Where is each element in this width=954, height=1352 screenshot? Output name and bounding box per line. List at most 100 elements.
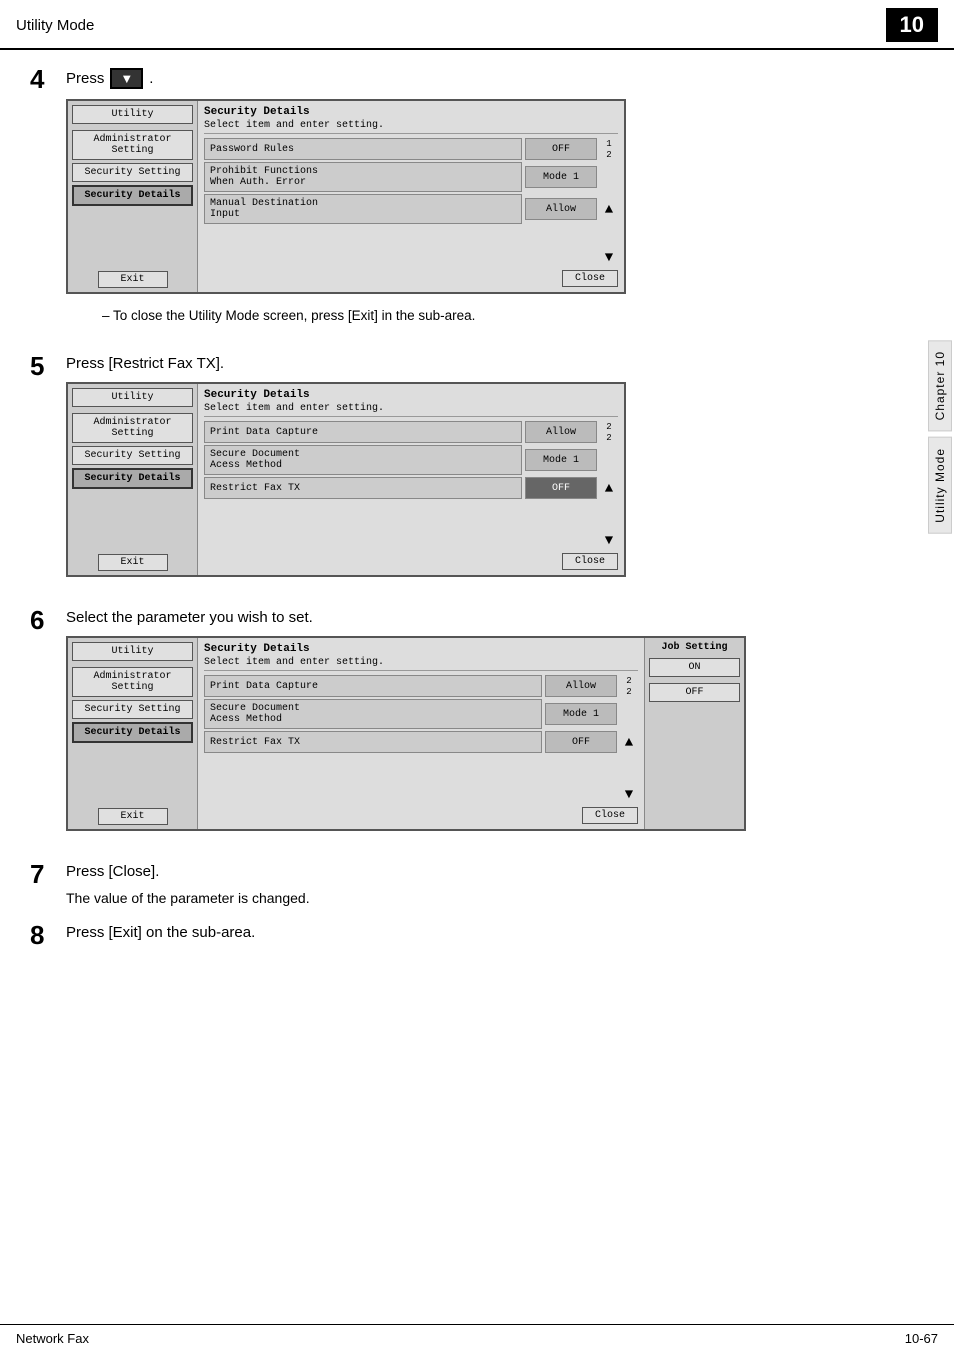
close-btn-3[interactable]: Close — [582, 807, 638, 824]
row-label-3-2: Secure DocumentAcess Method — [204, 699, 542, 729]
screen-row-1-2: Prohibit FunctionsWhen Auth. Error Mode … — [204, 162, 618, 192]
screen-row-1-3: Manual DestinationInput Allow ▲ — [204, 194, 618, 224]
step-4-content: Press ▼ . Utility AdministratorSetting S… — [66, 68, 924, 337]
row-label-2-3: Restrict Fax TX — [204, 477, 522, 499]
row-value-1-1: OFF — [525, 138, 597, 160]
row-value-1-2: Mode 1 — [525, 166, 597, 188]
step-6-instruction: Select the parameter you wish to set. — [66, 609, 924, 626]
step-4-block: 4 Press ▼ . Utility AdministratorSetting… — [30, 68, 924, 337]
step-5-number: 5 — [30, 351, 66, 382]
row-value-3-3: OFF — [545, 731, 617, 753]
step-8-number: 8 — [30, 920, 66, 951]
step-7-note: The value of the parameter is changed. — [66, 890, 924, 906]
page-header: Utility Mode 10 — [0, 0, 954, 50]
job-setting-panel: Job Setting ON OFF — [644, 638, 744, 829]
sidebar-exit-1[interactable]: Exit — [98, 271, 168, 288]
sidebar-admin-3: AdministratorSetting — [72, 667, 193, 697]
screen-title-2: Security Details — [204, 389, 618, 401]
screen-sidebar-1: Utility AdministratorSetting Security Se… — [68, 101, 198, 292]
screen-content-2: Print Data Capture Allow 2 2 Secure Docu… — [204, 421, 618, 551]
page-footer: Network Fax 10-67 — [0, 1324, 954, 1352]
sidebar-security-setting-3: Security Setting — [72, 700, 193, 719]
screen-row-3-3: Restrict Fax TX OFF ▲ — [204, 731, 638, 753]
screen-row-2-3: Restrict Fax TX OFF ▲ — [204, 477, 618, 499]
step-6-number: 6 — [30, 605, 66, 636]
step-8-instruction: Press [Exit] on the sub-area. — [66, 924, 924, 941]
row-label-1-1: Password Rules — [204, 138, 522, 160]
screen-row-3-1: Print Data Capture Allow 2 2 — [204, 675, 638, 697]
chapter-sidebar: Chapter 10 Utility Mode — [926, 340, 954, 534]
close-btn-2[interactable]: Close — [562, 553, 618, 570]
sidebar-exit-3[interactable]: Exit — [98, 808, 168, 825]
sidebar-security-setting-2: Security Setting — [72, 446, 193, 465]
sidebar-security-details-1: Security Details — [72, 185, 193, 206]
sidebar-utility-2: Utility — [72, 388, 193, 407]
scroll-3: 2 2 — [620, 675, 638, 697]
screen-bottom-1: Close — [204, 270, 618, 287]
row-label-1-3: Manual DestinationInput — [204, 194, 522, 224]
screen-sidebar-3: Utility AdministratorSetting Security Se… — [68, 638, 198, 829]
mode-label: Utility Mode — [928, 437, 952, 534]
screen-subtitle-3: Select item and enter setting. — [204, 657, 638, 671]
screen-main-2: Security Details Select item and enter s… — [198, 384, 624, 575]
screen-title-1: Security Details — [204, 106, 618, 118]
screen-main-3: Security Details Select item and enter s… — [198, 638, 644, 829]
row-value-3-1: Allow — [545, 675, 617, 697]
scroll-arrows-2: ▲ — [600, 479, 618, 497]
row-value-2-1: Allow — [525, 421, 597, 443]
step-4-instruction: Press ▼ . — [66, 68, 924, 89]
step-4-sub-note: To close the Utility Mode screen, press … — [102, 308, 924, 323]
step-8-content: Press [Exit] on the sub-area. — [66, 924, 924, 951]
chapter-number: 10 — [886, 8, 938, 42]
screen-bottom-2: Close — [204, 553, 618, 570]
sidebar-security-details-2: Security Details — [72, 468, 193, 489]
row-value-2-3: OFF — [525, 477, 597, 499]
screen-subtitle-1: Select item and enter setting. — [204, 120, 618, 134]
step-5-content: Press [Restrict Fax TX]. Utility Adminis… — [66, 355, 924, 591]
sidebar-exit-2[interactable]: Exit — [98, 554, 168, 571]
step-7-block: 7 Press [Close]. The value of the parame… — [30, 863, 924, 906]
step-8-block: 8 Press [Exit] on the sub-area. — [30, 924, 924, 951]
up-arrow-2[interactable]: ▲ — [605, 481, 613, 497]
job-setting-off[interactable]: OFF — [649, 683, 740, 702]
screen-row-3-2: Secure DocumentAcess Method Mode 1 — [204, 699, 638, 729]
step-6-content: Select the parameter you wish to set. Ut… — [66, 609, 924, 845]
scroll-arrows-3: ▲ — [620, 733, 638, 751]
job-setting-on[interactable]: ON — [649, 658, 740, 677]
scroll-down-row-1: ▼ — [204, 250, 618, 266]
scroll-arrows-1: ▲ — [600, 200, 618, 218]
up-arrow-1[interactable]: ▲ — [605, 202, 613, 218]
step-4-number: 4 — [30, 64, 66, 95]
row-label-1-2: Prohibit FunctionsWhen Auth. Error — [204, 162, 522, 192]
close-btn-1[interactable]: Close — [562, 270, 618, 287]
step-5-instruction: Press [Restrict Fax TX]. — [66, 355, 924, 372]
row-label-2-1: Print Data Capture — [204, 421, 522, 443]
screen-bottom-3: Close — [204, 807, 638, 824]
sidebar-utility-3: Utility — [72, 642, 193, 661]
screen-sidebar-2: Utility AdministratorSetting Security Se… — [68, 384, 198, 575]
row-label-3-3: Restrict Fax TX — [204, 731, 542, 753]
screen-row-1-1: Password Rules OFF 1 2 — [204, 138, 618, 160]
down-arrow-2[interactable]: ▼ — [600, 533, 618, 549]
footer-left: Network Fax — [16, 1331, 89, 1346]
scroll-2: 2 2 — [600, 421, 618, 443]
job-setting-title: Job Setting — [649, 642, 740, 653]
down-arrow-3[interactable]: ▼ — [620, 787, 638, 803]
sidebar-admin-1: AdministratorSetting — [72, 130, 193, 160]
down-arrow-1[interactable]: ▼ — [600, 250, 618, 266]
utility-button-icon: ▼ — [110, 68, 143, 89]
row-value-2-2: Mode 1 — [525, 449, 597, 471]
step-7-instruction: Press [Close]. — [66, 863, 924, 880]
screen-main-1: Security Details Select item and enter s… — [198, 101, 624, 292]
step-5-block: 5 Press [Restrict Fax TX]. Utility Admin… — [30, 355, 924, 591]
chapter-label: Chapter 10 — [928, 340, 952, 431]
page-title: Utility Mode — [16, 17, 94, 34]
up-arrow-3[interactable]: ▲ — [625, 735, 633, 751]
sidebar-security-setting-1: Security Setting — [72, 163, 193, 182]
screen-row-2-2: Secure DocumentAcess Method Mode 1 — [204, 445, 618, 475]
screen-subtitle-2: Select item and enter setting. — [204, 403, 618, 417]
sidebar-admin-2: AdministratorSetting — [72, 413, 193, 443]
screen-mockup-1: Utility AdministratorSetting Security Se… — [66, 99, 626, 294]
row-label-3-1: Print Data Capture — [204, 675, 542, 697]
row-value-3-2: Mode 1 — [545, 703, 617, 725]
